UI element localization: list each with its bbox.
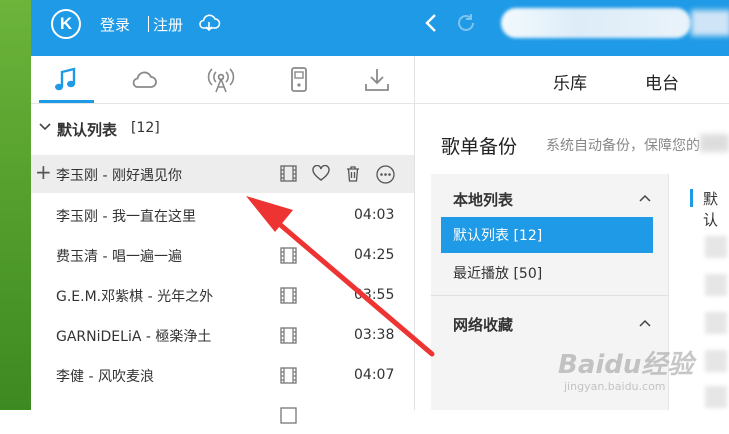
- watermark: Baidu经验 jingyan.baidu.com: [556, 344, 706, 400]
- watermark-url: jingyan.baidu.com: [564, 380, 666, 393]
- watermark-brand: Baidu经验: [558, 350, 694, 380]
